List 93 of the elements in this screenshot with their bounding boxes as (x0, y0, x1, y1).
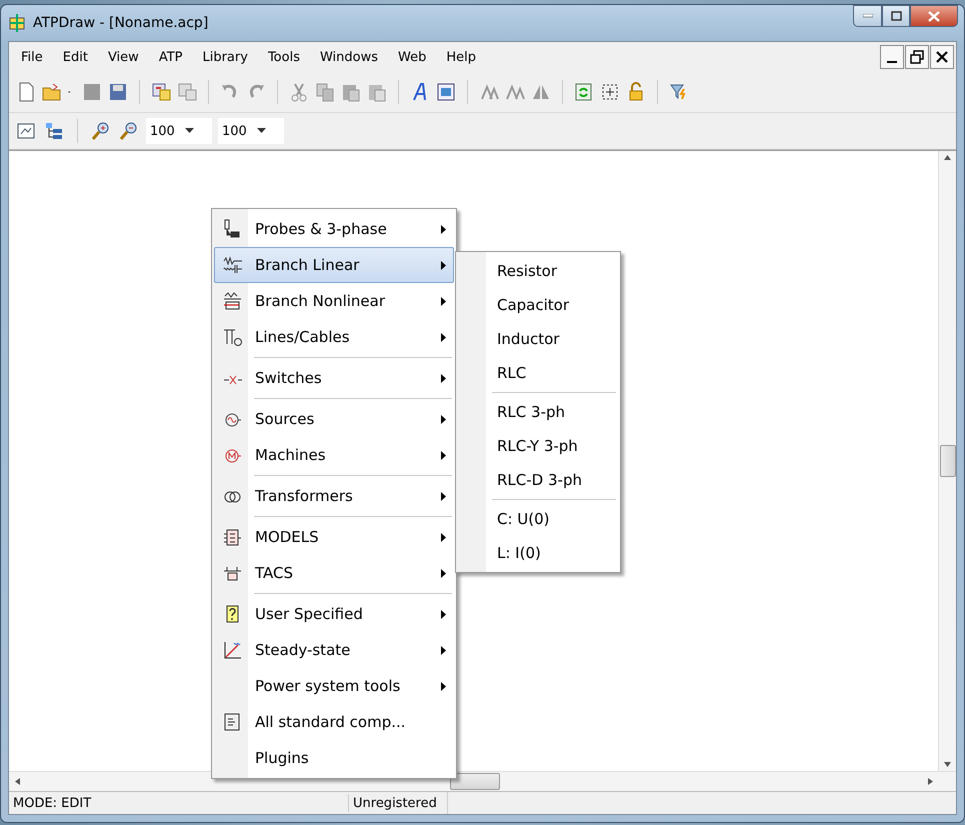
menu-item[interactable]: RLC (458, 356, 618, 390)
maximize-button[interactable] (882, 5, 910, 27)
submenu-arrow-icon (440, 682, 446, 690)
menu-item[interactable]: RLC 3-ph (458, 395, 618, 429)
label-icon[interactable] (435, 81, 457, 103)
machine-icon (226, 450, 242, 462)
submenu-arrow-icon (440, 374, 446, 382)
minimize-icon (887, 60, 897, 62)
menu-item[interactable]: ATP (148, 46, 192, 68)
menu-item[interactable]: File (11, 46, 53, 68)
menu-item[interactable]: Power system tools (214, 668, 454, 704)
scroll-thumb[interactable] (450, 773, 500, 790)
tree-icon[interactable] (43, 120, 65, 142)
scroll-left-icon[interactable] (15, 778, 20, 785)
menu-item[interactable]: Library (192, 46, 258, 68)
scroll-thumb[interactable] (940, 445, 956, 477)
component-icon[interactable] (150, 81, 172, 103)
submenu-arrow-icon (440, 224, 446, 234)
caret-icon (256, 128, 266, 134)
block-icon (224, 566, 242, 580)
status-text: MODE: EDIT (9, 794, 349, 812)
menu-item[interactable]: C: U(0) (458, 502, 618, 536)
menu-item[interactable]: Resistor (458, 254, 618, 288)
menu-item[interactable]: MODELS (214, 519, 454, 555)
close-icon (936, 51, 948, 63)
submenu-arrow-icon (440, 332, 446, 342)
menu-item[interactable]: Web (388, 46, 436, 68)
menu-item[interactable]: RLC-D 3-ph (458, 463, 618, 497)
restore-icon (910, 50, 924, 64)
switch-icon (224, 376, 242, 384)
close-button[interactable] (930, 45, 954, 69)
menu-item[interactable]: All standard comp... (214, 704, 454, 740)
submenu-arrow-icon (440, 568, 446, 578)
question-icon (226, 606, 238, 622)
minimize-button[interactable] (880, 45, 904, 69)
menu-item[interactable]: Probes & 3-phase (214, 211, 454, 247)
open-folder-icon[interactable] (41, 81, 63, 103)
component-icon[interactable] (176, 81, 198, 103)
menu-item[interactable]: TACS (214, 555, 454, 591)
menu-item[interactable]: RLC-Y 3-ph (458, 429, 618, 463)
minimize-icon (862, 14, 872, 18)
graph-icon (224, 642, 242, 658)
minimize-button[interactable] (853, 5, 882, 27)
submenu-arrow-icon (440, 492, 446, 500)
save-icon[interactable] (107, 81, 129, 103)
menu-item[interactable]: Branch Linear (214, 247, 454, 283)
submenu-arrow-icon (440, 646, 446, 654)
close-icon (928, 10, 940, 22)
probe-icon (224, 220, 240, 238)
menu-item[interactable]: Plugins (214, 740, 454, 776)
menu-item[interactable]: User Specified (214, 596, 454, 632)
transformer-icon (224, 492, 240, 502)
submenu-arrow-icon (440, 450, 446, 460)
block-icon (224, 530, 242, 546)
menu-item[interactable]: Edit (52, 46, 98, 68)
menu-item[interactable]: Branch Nonlinear (214, 283, 454, 319)
zoom-combo[interactable]: 100 (218, 118, 284, 144)
menu-item[interactable]: Switches (214, 360, 454, 396)
copy-icon[interactable] (314, 81, 336, 103)
menu-item[interactable]: Capacitor (458, 288, 618, 322)
menu-item[interactable]: Inductor (458, 322, 618, 356)
zoom-combo[interactable]: 100 (146, 118, 212, 144)
menu-item[interactable]: Transformers (214, 478, 454, 514)
vertical-scrollbar[interactable] (938, 151, 956, 771)
line-icon (224, 330, 242, 346)
status-text: Unregistered (349, 792, 448, 814)
menu-item[interactable]: View (98, 46, 149, 68)
list-icon (224, 714, 240, 730)
caret-icon (184, 128, 194, 134)
submenu-arrow-icon (440, 610, 446, 618)
menu-item[interactable]: Windows (310, 46, 388, 68)
close-button[interactable] (910, 5, 958, 27)
menu-item[interactable]: Help (436, 46, 486, 68)
submenu-arrow-icon (440, 260, 446, 270)
scroll-up-icon[interactable] (944, 155, 951, 160)
menu-item[interactable]: Machines (214, 437, 454, 473)
menu-item[interactable]: Sources (214, 401, 454, 437)
maximize-icon (890, 11, 902, 21)
scroll-right-icon[interactable] (928, 778, 933, 785)
submenu-arrow-icon (440, 532, 446, 542)
circuit-icon (224, 256, 242, 274)
source-icon (226, 414, 242, 426)
menu-item[interactable]: L: I(0) (458, 536, 618, 570)
menu-item[interactable]: Tools (258, 46, 310, 68)
restore-button[interactable] (905, 45, 929, 69)
menu-item[interactable]: Lines/Cables (214, 319, 454, 355)
submenu-arrow-icon (440, 296, 446, 306)
scroll-down-icon[interactable] (944, 762, 951, 767)
menu-item[interactable]: Steady-state (214, 632, 454, 668)
window-title: ATPDraw - [Noname.acp] (33, 15, 208, 31)
app-icon (7, 13, 27, 33)
submenu-arrow-icon (440, 414, 446, 424)
circuit-icon (224, 292, 242, 310)
